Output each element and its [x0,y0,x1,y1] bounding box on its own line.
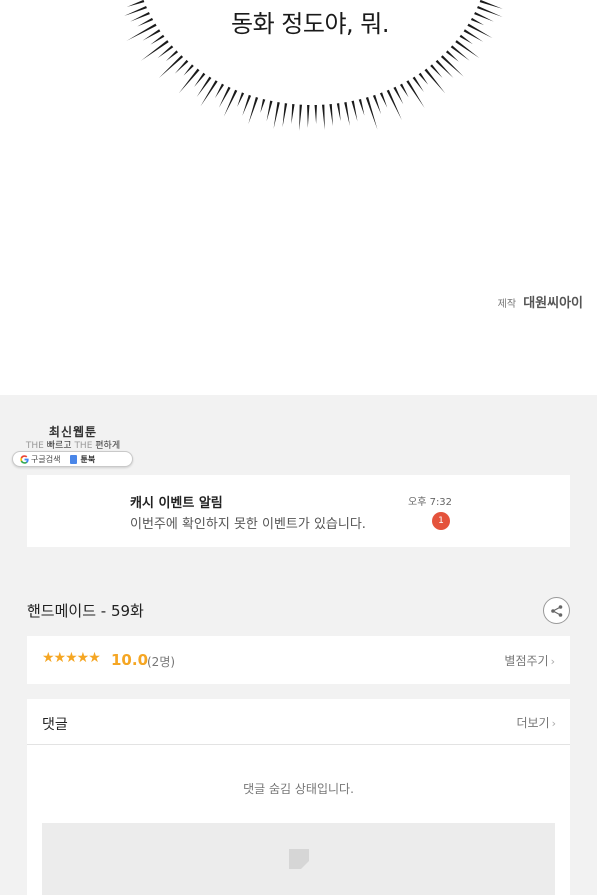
burst-spike [215,83,225,99]
episode-title: 핸드메이드 - 59화 [27,602,144,620]
burst-spike [386,89,402,121]
credit-label: 제작 [497,299,517,310]
tagline-word: 빠르고 [46,441,72,451]
burst-spike [158,55,184,79]
production-credit: 제작 대원씨아이 [498,292,583,311]
burst-spike [435,59,454,78]
google-search-label: 구글검색 [31,454,61,464]
burst-spike [406,80,425,108]
tagline-prefix: THE [74,441,93,451]
burst-spike [299,104,303,131]
burst-spike [194,72,206,88]
comments-hidden-message: 댓글 숨김 상태입니다. [243,782,354,796]
tagline-word: 편하게 [95,441,121,451]
burst-spike [242,94,252,116]
rating-votes: (2명) [147,655,176,669]
burst-spike [412,76,424,93]
notice-time: 오후 7:32 [408,497,453,508]
burst-spike [165,50,179,62]
ad-placeholder [42,823,555,895]
burst-spike [273,102,280,129]
more-label: 더보기 [516,716,550,730]
burst-spike [291,104,295,125]
rating-score: 10.0 [111,651,149,669]
tagline-prefix: THE [25,441,44,451]
burst-spike [445,50,459,62]
burst-spike [218,86,231,108]
rate-label: 별점주기 [504,654,549,668]
burst-spike [329,104,333,127]
speech-burst [124,0,503,131]
image-placeholder-icon [289,849,309,869]
burst-spike [314,104,317,124]
burst-spike [351,100,358,122]
comments-section: 댓글 더보기 › 댓글 숨김 상태입니다. [27,699,570,895]
burst-spike [266,100,273,122]
burst-spike [424,68,446,94]
burst-spike [248,97,259,125]
search-pill[interactable]: 구글검색 툰북 [12,451,133,467]
burst-spike [455,40,480,59]
burst-spike [418,72,429,85]
comments-label: 댓글 [42,717,68,733]
burst-spike [379,92,388,108]
burst-spike [440,55,464,77]
comic-panel: 동화 정도야, 뭐. 제작 대원씨아이 [0,0,597,395]
star-rating: ★★★★★ [42,650,101,666]
comments-more-button[interactable]: 더보기 › [516,714,556,731]
burst-spike [178,68,200,94]
burst-spike [282,103,288,128]
burst-spike [372,94,382,115]
burst-spike [336,103,341,122]
burst-spike [344,102,350,126]
share-icon [550,604,562,617]
google-icon [20,455,29,464]
burst-spike [450,45,470,61]
notice-badge: 1 [432,512,450,530]
episode-footer: 최신웹툰 THE 빠르고 THE 편하게 구글검색 툰북 캐시 이벤트 알림 이… [0,395,597,895]
burst-spike [237,92,245,107]
site-label: 툰북 [80,454,96,464]
site-banner[interactable]: 최신웹툰 THE 빠르고 THE 편하게 구글검색 툰북 [12,423,134,469]
cash-event-notice[interactable]: 캐시 이벤트 알림 이번주에 확인하지 못한 이벤트가 있습니다. 오후 7:3… [27,475,570,547]
share-button[interactable] [543,597,570,624]
rating-card: ★★★★★ 10.0 (2명) 별점주기 › [27,636,570,684]
chevron-right-icon: › [551,717,556,730]
burst-spike [141,40,169,61]
speech-text: 동화 정도야, 뭐. [231,10,390,38]
notice-text: 이번주에 확인하지 못한 이벤트가 있습니다. [130,517,366,532]
banner-tagline: THE 빠르고 THE 편하게 [12,438,134,451]
burst-spike [307,104,310,128]
comments-header: 댓글 더보기 › [27,699,570,745]
credit-studio: 대원씨아이 [523,296,583,311]
burst-spike [393,86,404,105]
burst-spike [260,98,266,113]
burst-spike [321,104,325,130]
book-icon [70,454,78,464]
rate-button[interactable]: 별점주기 › [504,652,555,669]
chevron-right-icon: › [550,655,555,668]
burst-spike [430,64,443,78]
burst-spike [358,98,365,116]
notice-title: 캐시 이벤트 알림 [130,496,223,511]
burst-spike [399,83,409,98]
burst-spike [183,64,194,76]
burst-spike [200,80,218,107]
